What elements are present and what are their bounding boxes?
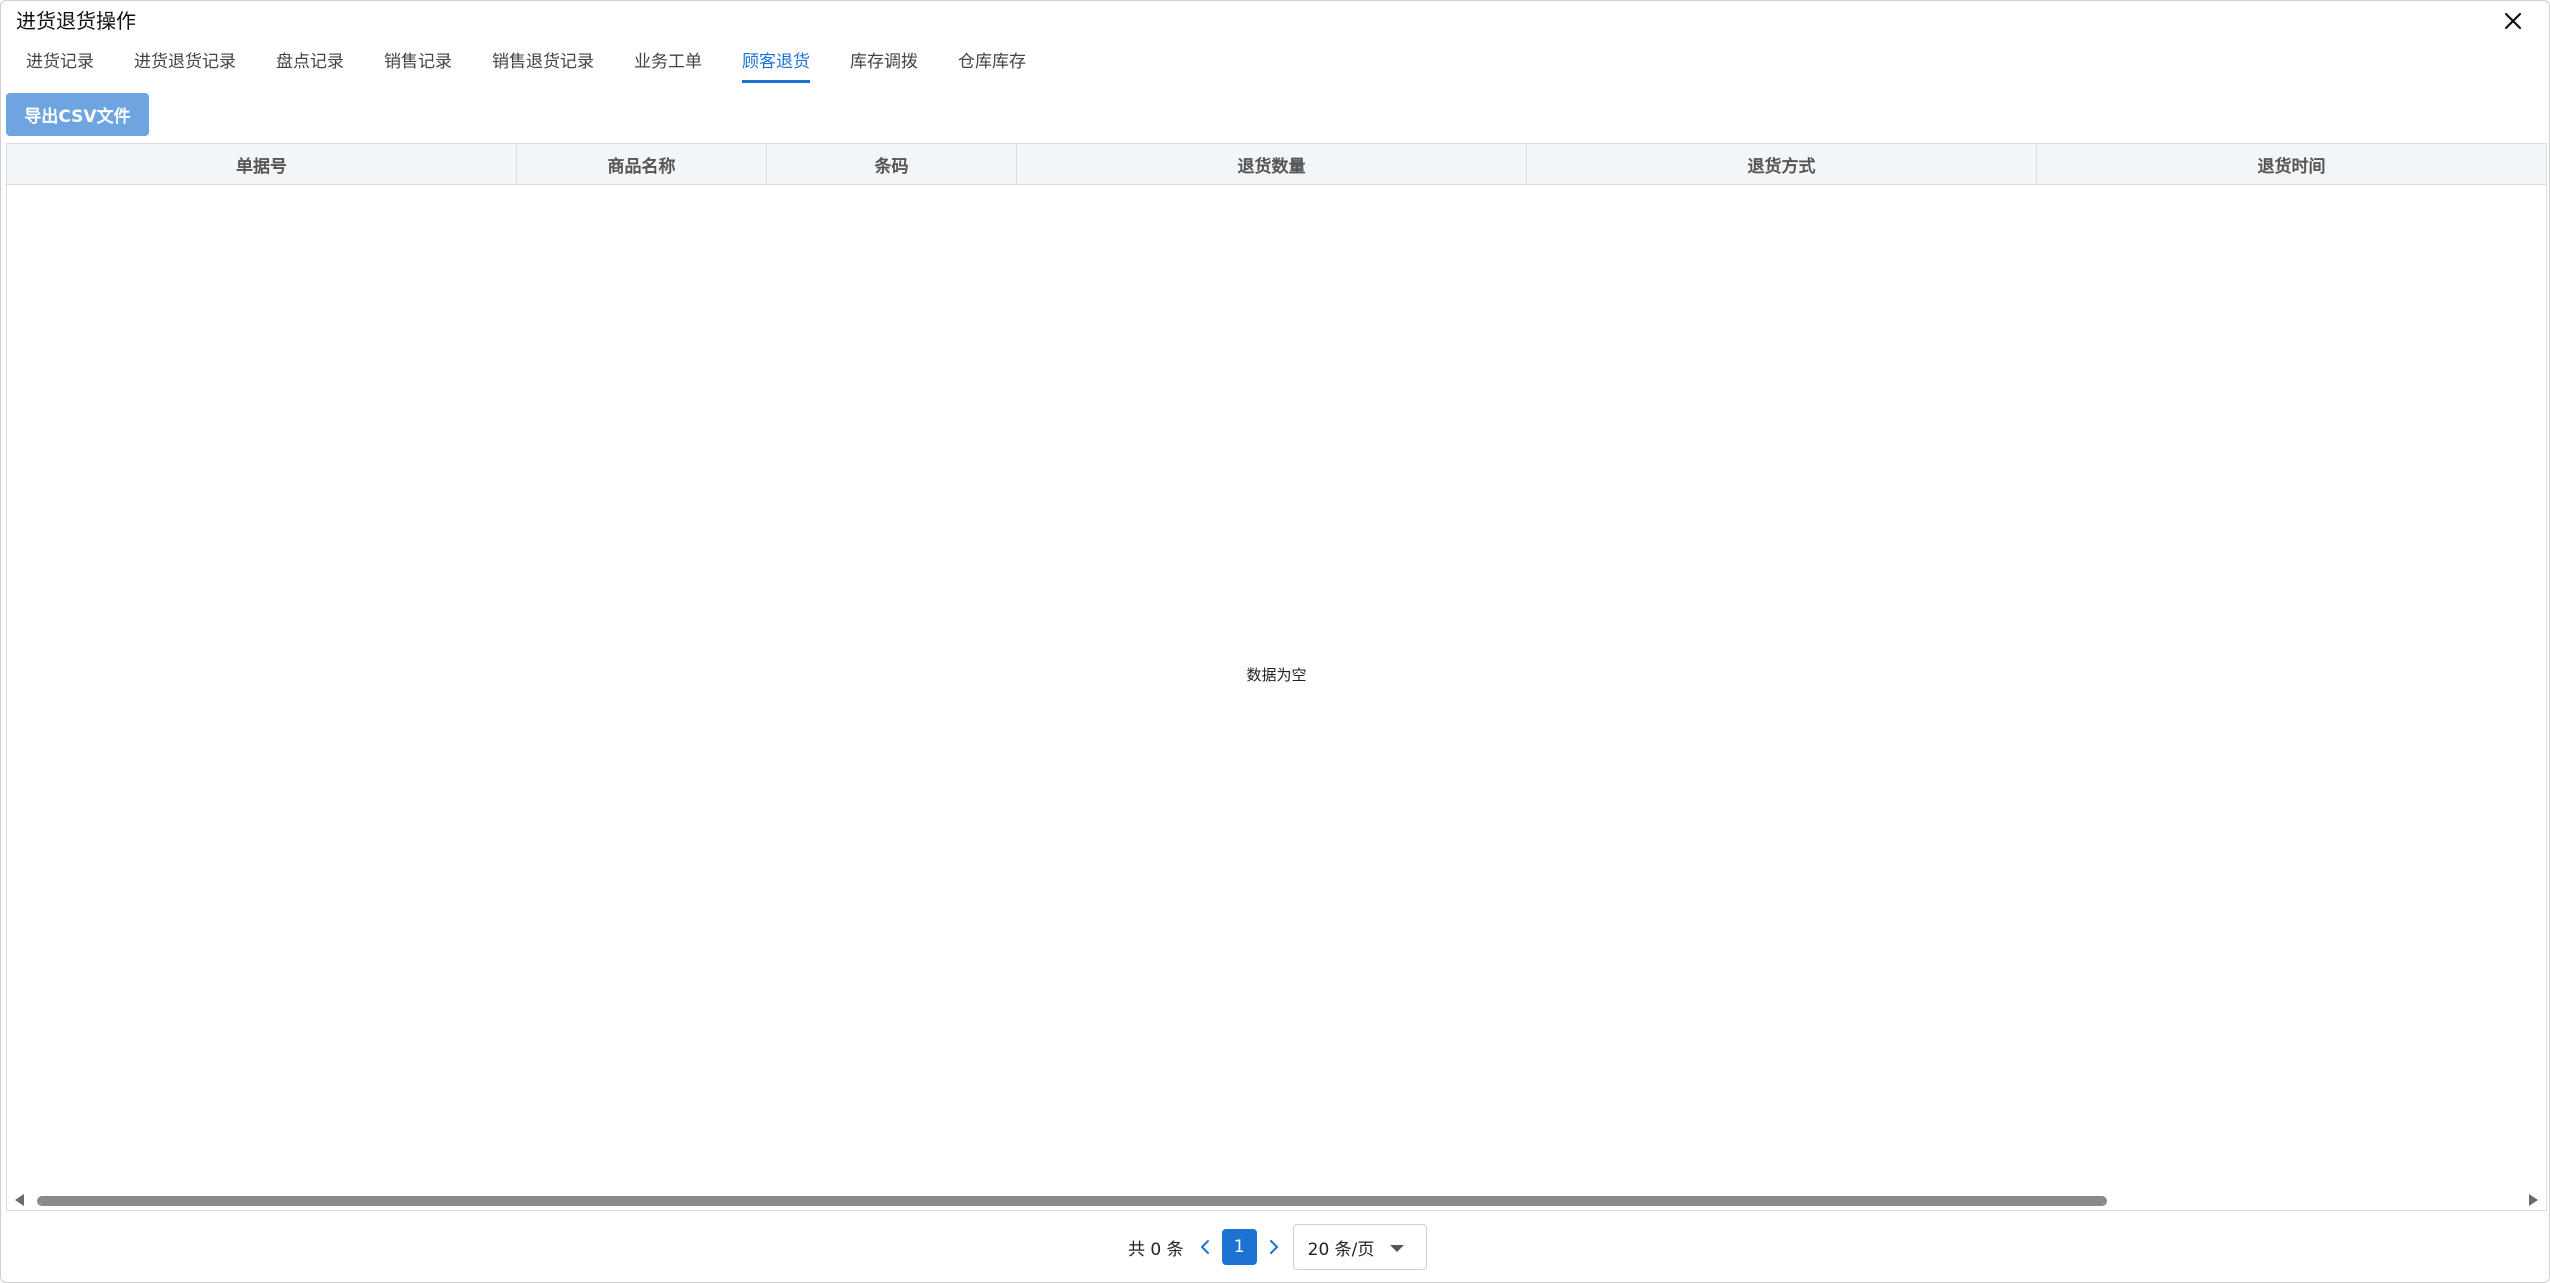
column-header-return-method[interactable]: 退货方式 [1527,144,2037,184]
tab-stock-transfer[interactable]: 库存调拨 [850,47,918,83]
tab-sales-records[interactable]: 销售记录 [384,47,452,83]
tab-purchase-return-records[interactable]: 进货退货记录 [134,47,236,83]
close-icon [2504,12,2522,30]
dialog-title: 进货退货操作 [16,9,136,33]
column-header-return-quantity[interactable]: 退货数量 [1017,144,1527,184]
export-csv-button[interactable]: 导出CSV文件 [6,93,149,136]
tab-warehouse-stock[interactable]: 仓库库存 [958,47,1026,83]
prev-page-button[interactable] [1194,1229,1216,1265]
tab-work-orders[interactable]: 业务工单 [634,47,702,83]
scroll-left-arrow-icon[interactable] [15,1194,24,1206]
data-table: 单据号 商品名称 条码 退货数量 退货方式 退货时间 数据为空 [6,143,2547,1211]
total-count: 共 0 条 [1128,1239,1184,1260]
tab-bar: 进货记录 进货退货记录 盘点记录 销售记录 销售退货记录 业务工单 顾客退货 库… [26,47,1066,87]
chevron-left-icon [1200,1240,1209,1254]
column-header-barcode[interactable]: 条码 [767,144,1017,184]
column-header-document-no[interactable]: 单据号 [7,144,517,184]
dialog-window: 进货退货操作 进货记录 进货退货记录 盘点记录 销售记录 销售退货记录 业务工单… [0,0,2550,1283]
page-number-current[interactable]: 1 [1221,1229,1257,1265]
horizontal-scrollbar[interactable] [7,1188,2546,1210]
scrollbar-thumb[interactable] [37,1196,2107,1206]
chevron-down-icon [1389,1245,1404,1252]
column-header-return-time[interactable]: 退货时间 [2037,144,2546,184]
page-size-value: 20 条/页 [1307,1239,1375,1260]
chevron-right-icon [1269,1240,1278,1254]
empty-state-text: 数据为空 [1246,666,1307,684]
table-header: 单据号 商品名称 条码 退货数量 退货方式 退货时间 [7,144,2546,185]
tab-purchase-records[interactable]: 进货记录 [26,47,94,83]
tab-customer-returns[interactable]: 顾客退货 [742,47,810,83]
page-size-select[interactable]: 20 条/页 [1292,1224,1427,1270]
pagination: 共 0 条 1 20 条/页 [1128,1223,1427,1271]
close-button[interactable] [2499,7,2527,35]
tab-sales-return-records[interactable]: 销售退货记录 [492,47,594,83]
column-header-product-name[interactable]: 商品名称 [517,144,767,184]
tab-stocktake-records[interactable]: 盘点记录 [276,47,344,83]
next-page-button[interactable] [1263,1229,1285,1265]
scroll-right-arrow-icon[interactable] [2529,1194,2538,1206]
